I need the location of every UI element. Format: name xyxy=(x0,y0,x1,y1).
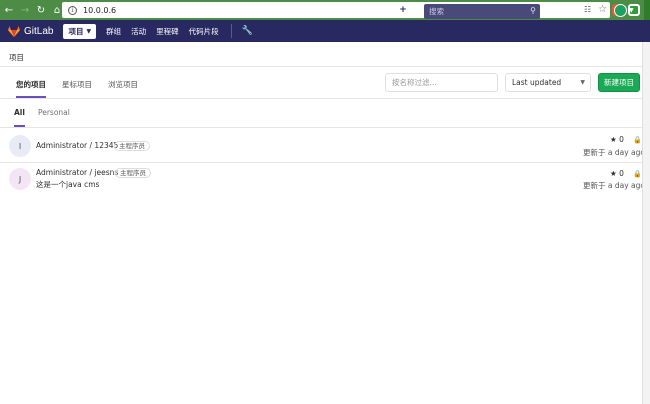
nav-milestones[interactable]: 里程碑 xyxy=(156,26,179,37)
divider xyxy=(0,66,642,67)
search-icon: ⚲ xyxy=(530,6,536,15)
back-arrow-icon[interactable]: ← xyxy=(2,3,16,17)
updated-time: 更新于 a day ago xyxy=(583,181,645,190)
merge-requests-icon[interactable]: ⇅ xyxy=(573,5,581,15)
new-dropdown[interactable]: + ▼ xyxy=(398,5,416,15)
todos-icon[interactable]: ☑ xyxy=(594,5,602,15)
project-name[interactable]: Administrator / jeesns xyxy=(36,168,118,177)
tab-explore-projects[interactable]: 浏览项目 xyxy=(108,74,138,98)
plus-icon: + xyxy=(398,5,408,15)
translate-icon[interactable]: ☷ xyxy=(584,5,594,15)
role-badge: 主程序员 xyxy=(115,168,151,178)
star-count[interactable]: ★ 0 xyxy=(610,169,624,178)
nav-groups[interactable]: 群组 xyxy=(106,26,121,37)
tab-your-projects[interactable]: 您的项目 xyxy=(16,74,46,98)
updated-time: 更新于 a day ago xyxy=(583,148,645,157)
gitlab-brand[interactable]: GitLab xyxy=(24,26,53,37)
avatar[interactable] xyxy=(614,4,627,17)
divider xyxy=(0,127,642,128)
sort-dropdown[interactable]: Last updated ▼ xyxy=(505,73,591,92)
tab-starred-projects[interactable]: 星标项目 xyxy=(62,74,92,98)
subtab-personal[interactable]: Personal xyxy=(38,106,70,127)
forward-arrow-icon[interactable]: → xyxy=(18,3,32,17)
star-icon: ★ xyxy=(610,135,617,144)
star-count-value: 0 xyxy=(619,135,624,144)
star-icon: ★ xyxy=(610,169,617,178)
chevron-down-icon[interactable]: ▼ xyxy=(629,7,634,14)
window-edge xyxy=(644,0,650,20)
projects-label: 项目 xyxy=(68,26,84,36)
issues-icon[interactable]: ▣ xyxy=(552,5,561,15)
list-item[interactable]: I Administrator / 12345 主程序员 ★ 0 🔒 更新于 a… xyxy=(0,130,645,163)
new-project-button[interactable]: 新建项目 xyxy=(598,73,640,92)
reload-icon[interactable]: ↻ xyxy=(34,3,48,17)
star-count[interactable]: ★ 0 xyxy=(610,135,624,144)
search-placeholder: 搜索 xyxy=(429,7,444,16)
project-avatar[interactable]: I xyxy=(9,135,31,157)
project-filter-tabs: All Personal xyxy=(14,106,83,127)
projects-dropdown[interactable]: 项目 ▼ xyxy=(63,23,97,39)
sort-selected: Last updated xyxy=(512,78,562,87)
nav-activity[interactable]: 活动 xyxy=(131,26,146,37)
lock-icon: 🔒 xyxy=(633,170,642,178)
role-badge: 主程序员 xyxy=(114,141,150,151)
breadcrumb[interactable]: 项目 xyxy=(9,52,24,63)
chevron-down-icon: ▼ xyxy=(86,27,92,35)
project-tabs: 您的项目 星标项目 浏览项目 xyxy=(16,74,154,98)
filter-by-name-input[interactable]: 按名称过滤... xyxy=(385,73,498,92)
divider xyxy=(0,98,642,99)
search-input[interactable]: 搜索 ⚲ xyxy=(424,4,540,19)
project-description: 这是一个java cms xyxy=(36,180,100,189)
lock-icon: 🔒 xyxy=(633,136,642,144)
list-item[interactable]: J Administrator / jeesns 主程序员 这是一个java c… xyxy=(0,163,645,196)
chevron-down-icon: ▼ xyxy=(580,79,585,86)
nav-divider xyxy=(230,24,232,38)
project-name[interactable]: Administrator / 12345 xyxy=(36,141,118,150)
nav-snippets[interactable]: 代码片段 xyxy=(189,26,219,37)
scrollbar[interactable] xyxy=(642,42,650,404)
subtab-all[interactable]: All xyxy=(14,106,25,127)
project-avatar[interactable]: J xyxy=(9,168,31,190)
gitlab-logo-icon[interactable] xyxy=(8,25,20,37)
info-icon[interactable]: i xyxy=(68,5,77,15)
star-count-value: 0 xyxy=(619,169,624,178)
gitlab-navbar: GitLab 项目 ▼ 群组 活动 里程碑 代码片段 🔧 xyxy=(0,20,650,42)
admin-wrench-icon[interactable]: 🔧 xyxy=(242,26,253,36)
chevron-down-icon: ▼ xyxy=(411,6,416,14)
url-text: 10.0.0.6 xyxy=(83,5,117,15)
